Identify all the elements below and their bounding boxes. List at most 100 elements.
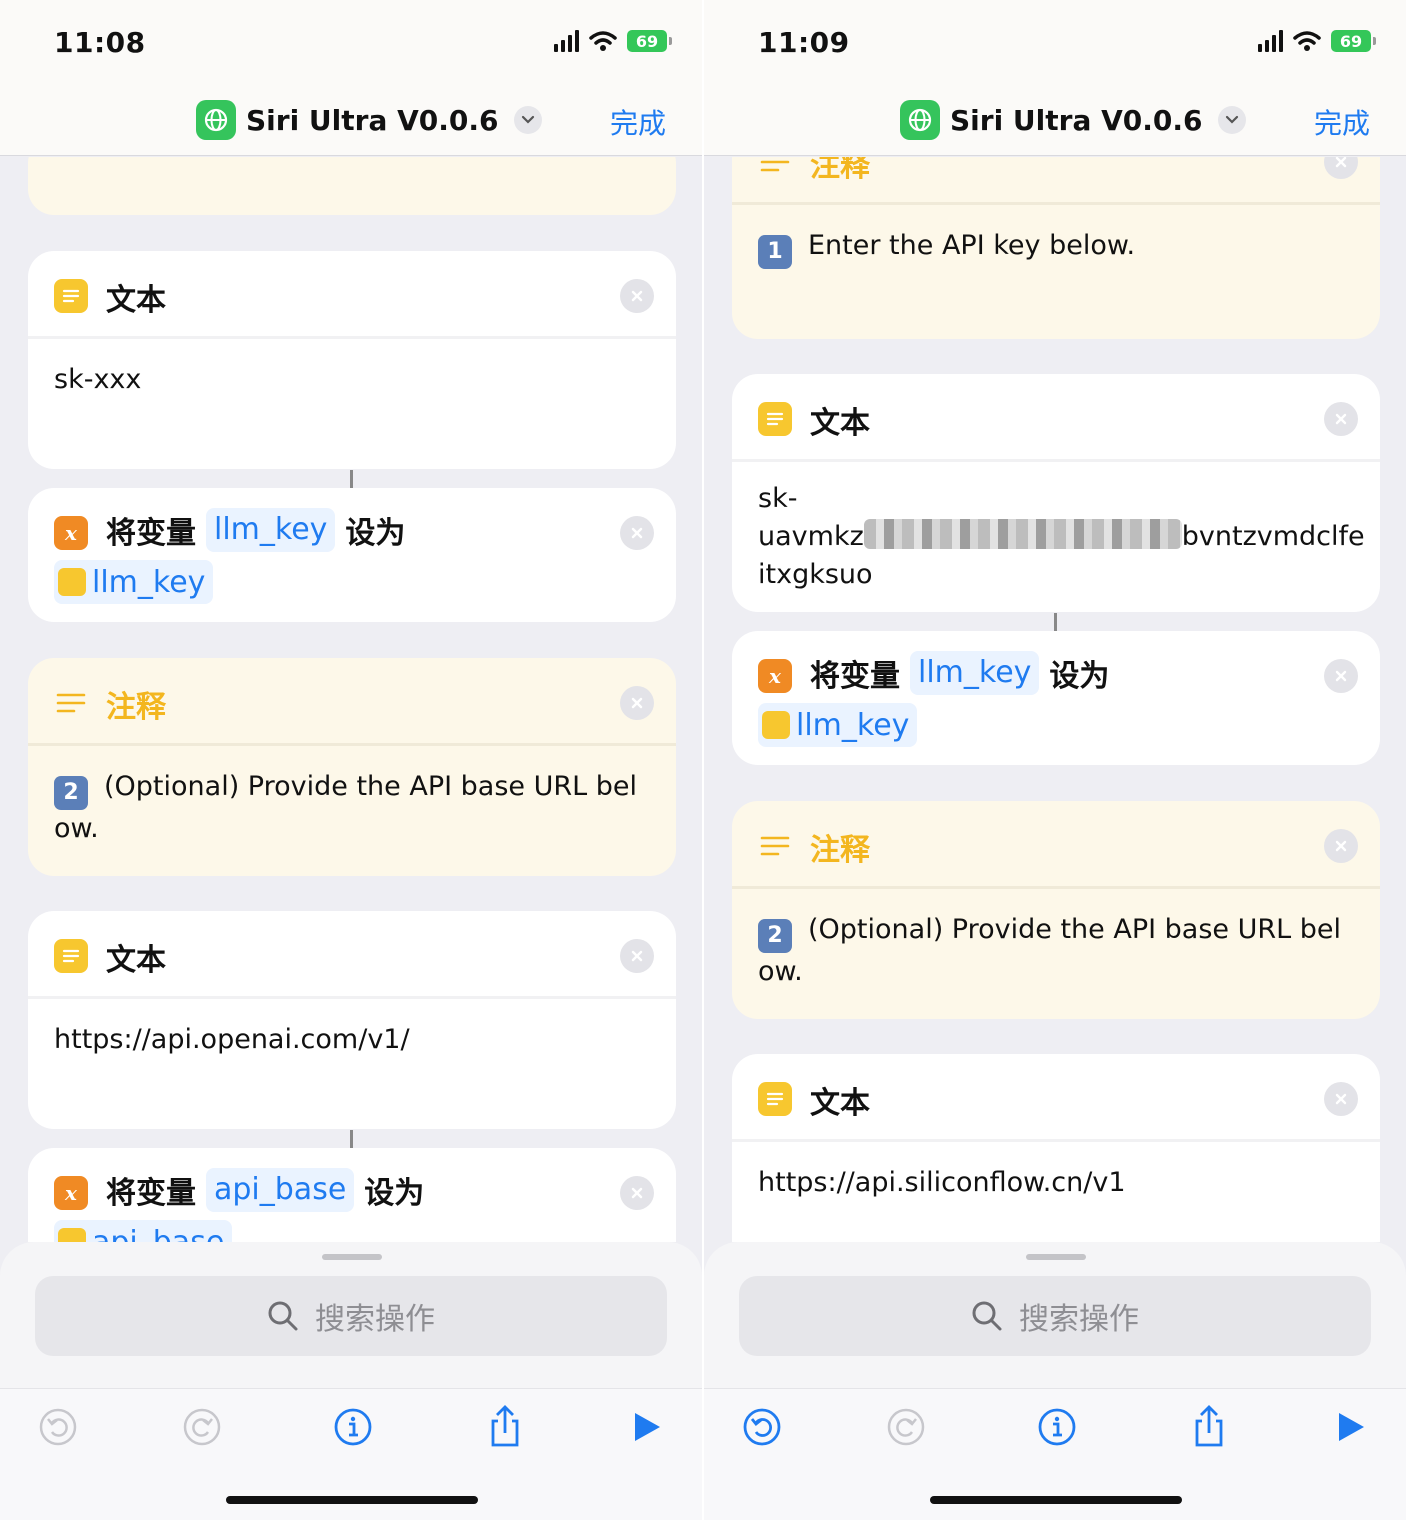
text-action-card[interactable]: 文本 sk- uavmkz bvntzvmdclfe itxgksuo xyxy=(732,374,1380,612)
action-search-sheet: 搜索操作 xyxy=(0,1242,702,1388)
variable-name-token[interactable]: llm_key xyxy=(910,651,1040,695)
text-icon xyxy=(58,568,86,596)
remove-action-icon[interactable] xyxy=(620,686,654,720)
comment-text: Enter the API key below. xyxy=(808,230,1136,261)
set-to-label: 设为 xyxy=(1049,659,1110,694)
variable-name-token[interactable]: llm_key xyxy=(206,508,336,552)
comment-text: (Optional) Provide the API base URL belo… xyxy=(758,914,1341,987)
play-icon[interactable] xyxy=(624,1405,668,1449)
nav-bar: Siri Ultra V0.0.6 完成 xyxy=(704,86,1406,156)
search-placeholder: 搜索操作 xyxy=(315,1302,435,1337)
share-icon[interactable] xyxy=(1187,1405,1231,1449)
info-icon[interactable] xyxy=(1035,1405,1079,1449)
battery-icon: 69 xyxy=(1331,30,1376,52)
card-title: 注释 xyxy=(810,157,870,184)
text-icon xyxy=(54,939,88,973)
done-button[interactable]: 完成 xyxy=(1314,102,1370,142)
text-content[interactable]: sk-xxx xyxy=(28,339,676,421)
set-variable-card[interactable]: x 将变量 api_base 设为 api_base xyxy=(28,1148,676,1242)
search-actions-field[interactable]: 搜索操作 xyxy=(739,1276,1371,1356)
wifi-icon xyxy=(1293,31,1321,51)
comment-card[interactable]: 注释 2 (Optional) Provide the API base URL … xyxy=(28,658,676,876)
shortcut-title-button[interactable]: Siri Ultra V0.0.6 xyxy=(900,100,1247,140)
status-time: 11:09 xyxy=(758,26,850,59)
sheet-grabber[interactable] xyxy=(1026,1254,1086,1260)
phone-left: 11:08 69 Siri Ultra V0.0.6 完成 文本 sk-xxx … xyxy=(0,0,702,1520)
text-content[interactable]: https://api.openai.com/v1/ xyxy=(28,999,676,1081)
set-variable-card[interactable]: x 将变量 llm_key 设为 llm_key xyxy=(28,488,676,622)
remove-action-icon[interactable] xyxy=(620,939,654,973)
number-badge: 2 xyxy=(758,919,792,953)
set-variable-label: 将变量 xyxy=(106,516,196,551)
comment-card[interactable]: 注释 2 (Optional) Provide the API base URL … xyxy=(732,801,1380,1019)
connector-line xyxy=(350,470,353,488)
text-action-card[interactable]: 文本 https://api.siliconflow.cn/v1 xyxy=(732,1054,1380,1242)
globe-icon xyxy=(196,100,236,140)
text-icon xyxy=(758,402,792,436)
text-icon xyxy=(762,711,790,739)
search-actions-field[interactable]: 搜索操作 xyxy=(35,1276,667,1356)
connector-line xyxy=(1054,613,1057,631)
chevron-down-icon[interactable] xyxy=(1218,106,1247,134)
card-title: 注释 xyxy=(810,833,870,868)
remove-action-icon[interactable] xyxy=(620,279,654,313)
undo-icon[interactable] xyxy=(740,1405,784,1449)
redacted-blur xyxy=(863,519,1182,549)
remove-action-icon[interactable] xyxy=(620,516,654,550)
text-icon xyxy=(58,1228,86,1242)
text-content[interactable]: sk- uavmkz bvntzvmdclfe itxgksuo xyxy=(732,462,1380,612)
play-icon[interactable] xyxy=(1328,1405,1372,1449)
screenshot-stage: 11:08 69 Siri Ultra V0.0.6 完成 文本 sk-xxx … xyxy=(0,0,1406,1520)
search-icon xyxy=(268,1301,298,1331)
battery-level: 69 xyxy=(1331,30,1371,52)
remove-action-icon[interactable] xyxy=(1324,1082,1358,1116)
variable-value-token[interactable]: llm_key xyxy=(758,703,918,747)
variable-value-token[interactable]: api_base xyxy=(54,1220,233,1242)
action-search-sheet: 搜索操作 xyxy=(704,1242,1406,1388)
card-title: 注释 xyxy=(106,690,166,725)
actions-list[interactable]: 注释 1 Enter the API key below. 文本 sk- uavm… xyxy=(704,157,1406,1242)
redo-icon[interactable] xyxy=(884,1405,928,1449)
status-bar: 11:08 69 xyxy=(0,0,702,86)
card-title: 文本 xyxy=(106,943,166,978)
variable-icon: x xyxy=(54,516,88,550)
set-variable-card[interactable]: x 将变量 llm_key 设为 llm_key xyxy=(732,631,1380,765)
redo-icon[interactable] xyxy=(180,1405,224,1449)
done-button[interactable]: 完成 xyxy=(610,102,666,142)
share-icon[interactable] xyxy=(483,1405,527,1449)
actions-list[interactable]: 文本 sk-xxx x 将变量 llm_key 设为 llm_key 注释 2 … xyxy=(0,157,702,1242)
remove-action-icon[interactable] xyxy=(1324,402,1358,436)
text-action-card[interactable]: 文本 https://api.openai.com/v1/ xyxy=(28,911,676,1129)
search-icon xyxy=(972,1301,1002,1331)
variable-value-token[interactable]: llm_key xyxy=(54,560,214,604)
status-bar: 11:09 69 xyxy=(704,0,1406,86)
remove-action-icon[interactable] xyxy=(1324,659,1358,693)
comment-lines-icon xyxy=(54,686,88,720)
shortcut-title-button[interactable]: Siri Ultra V0.0.6 xyxy=(196,100,543,140)
info-icon[interactable] xyxy=(331,1405,375,1449)
remove-action-icon[interactable] xyxy=(620,1176,654,1210)
card-title: 文本 xyxy=(810,406,870,441)
comment-card[interactable]: 注释 1 Enter the API key below. xyxy=(732,157,1380,339)
wifi-icon xyxy=(589,31,617,51)
comment-card-partial[interactable] xyxy=(28,157,676,215)
variable-icon: x xyxy=(758,659,792,693)
chevron-down-icon[interactable] xyxy=(514,106,543,134)
battery-level: 69 xyxy=(627,30,667,52)
sheet-grabber[interactable] xyxy=(322,1254,382,1260)
undo-icon[interactable] xyxy=(36,1405,80,1449)
remove-action-icon[interactable] xyxy=(1324,829,1358,863)
number-badge: 2 xyxy=(54,776,88,810)
cellular-signal-icon xyxy=(1258,30,1283,52)
text-content[interactable]: https://api.siliconflow.cn/v1 xyxy=(732,1142,1380,1224)
comment-lines-icon xyxy=(758,829,792,863)
number-badge: 1 xyxy=(758,235,792,269)
shortcut-title: Siri Ultra V0.0.6 xyxy=(246,103,499,137)
set-variable-label: 将变量 xyxy=(106,1176,196,1211)
home-indicator xyxy=(226,1496,478,1504)
home-indicator xyxy=(930,1496,1182,1504)
text-action-card[interactable]: 文本 sk-xxx xyxy=(28,251,676,469)
remove-action-icon[interactable] xyxy=(1324,157,1358,179)
variable-name-token[interactable]: api_base xyxy=(206,1168,355,1212)
phone-right: 11:09 69 Siri Ultra V0.0.6 完成 注释 1 Enter… xyxy=(704,0,1406,1520)
